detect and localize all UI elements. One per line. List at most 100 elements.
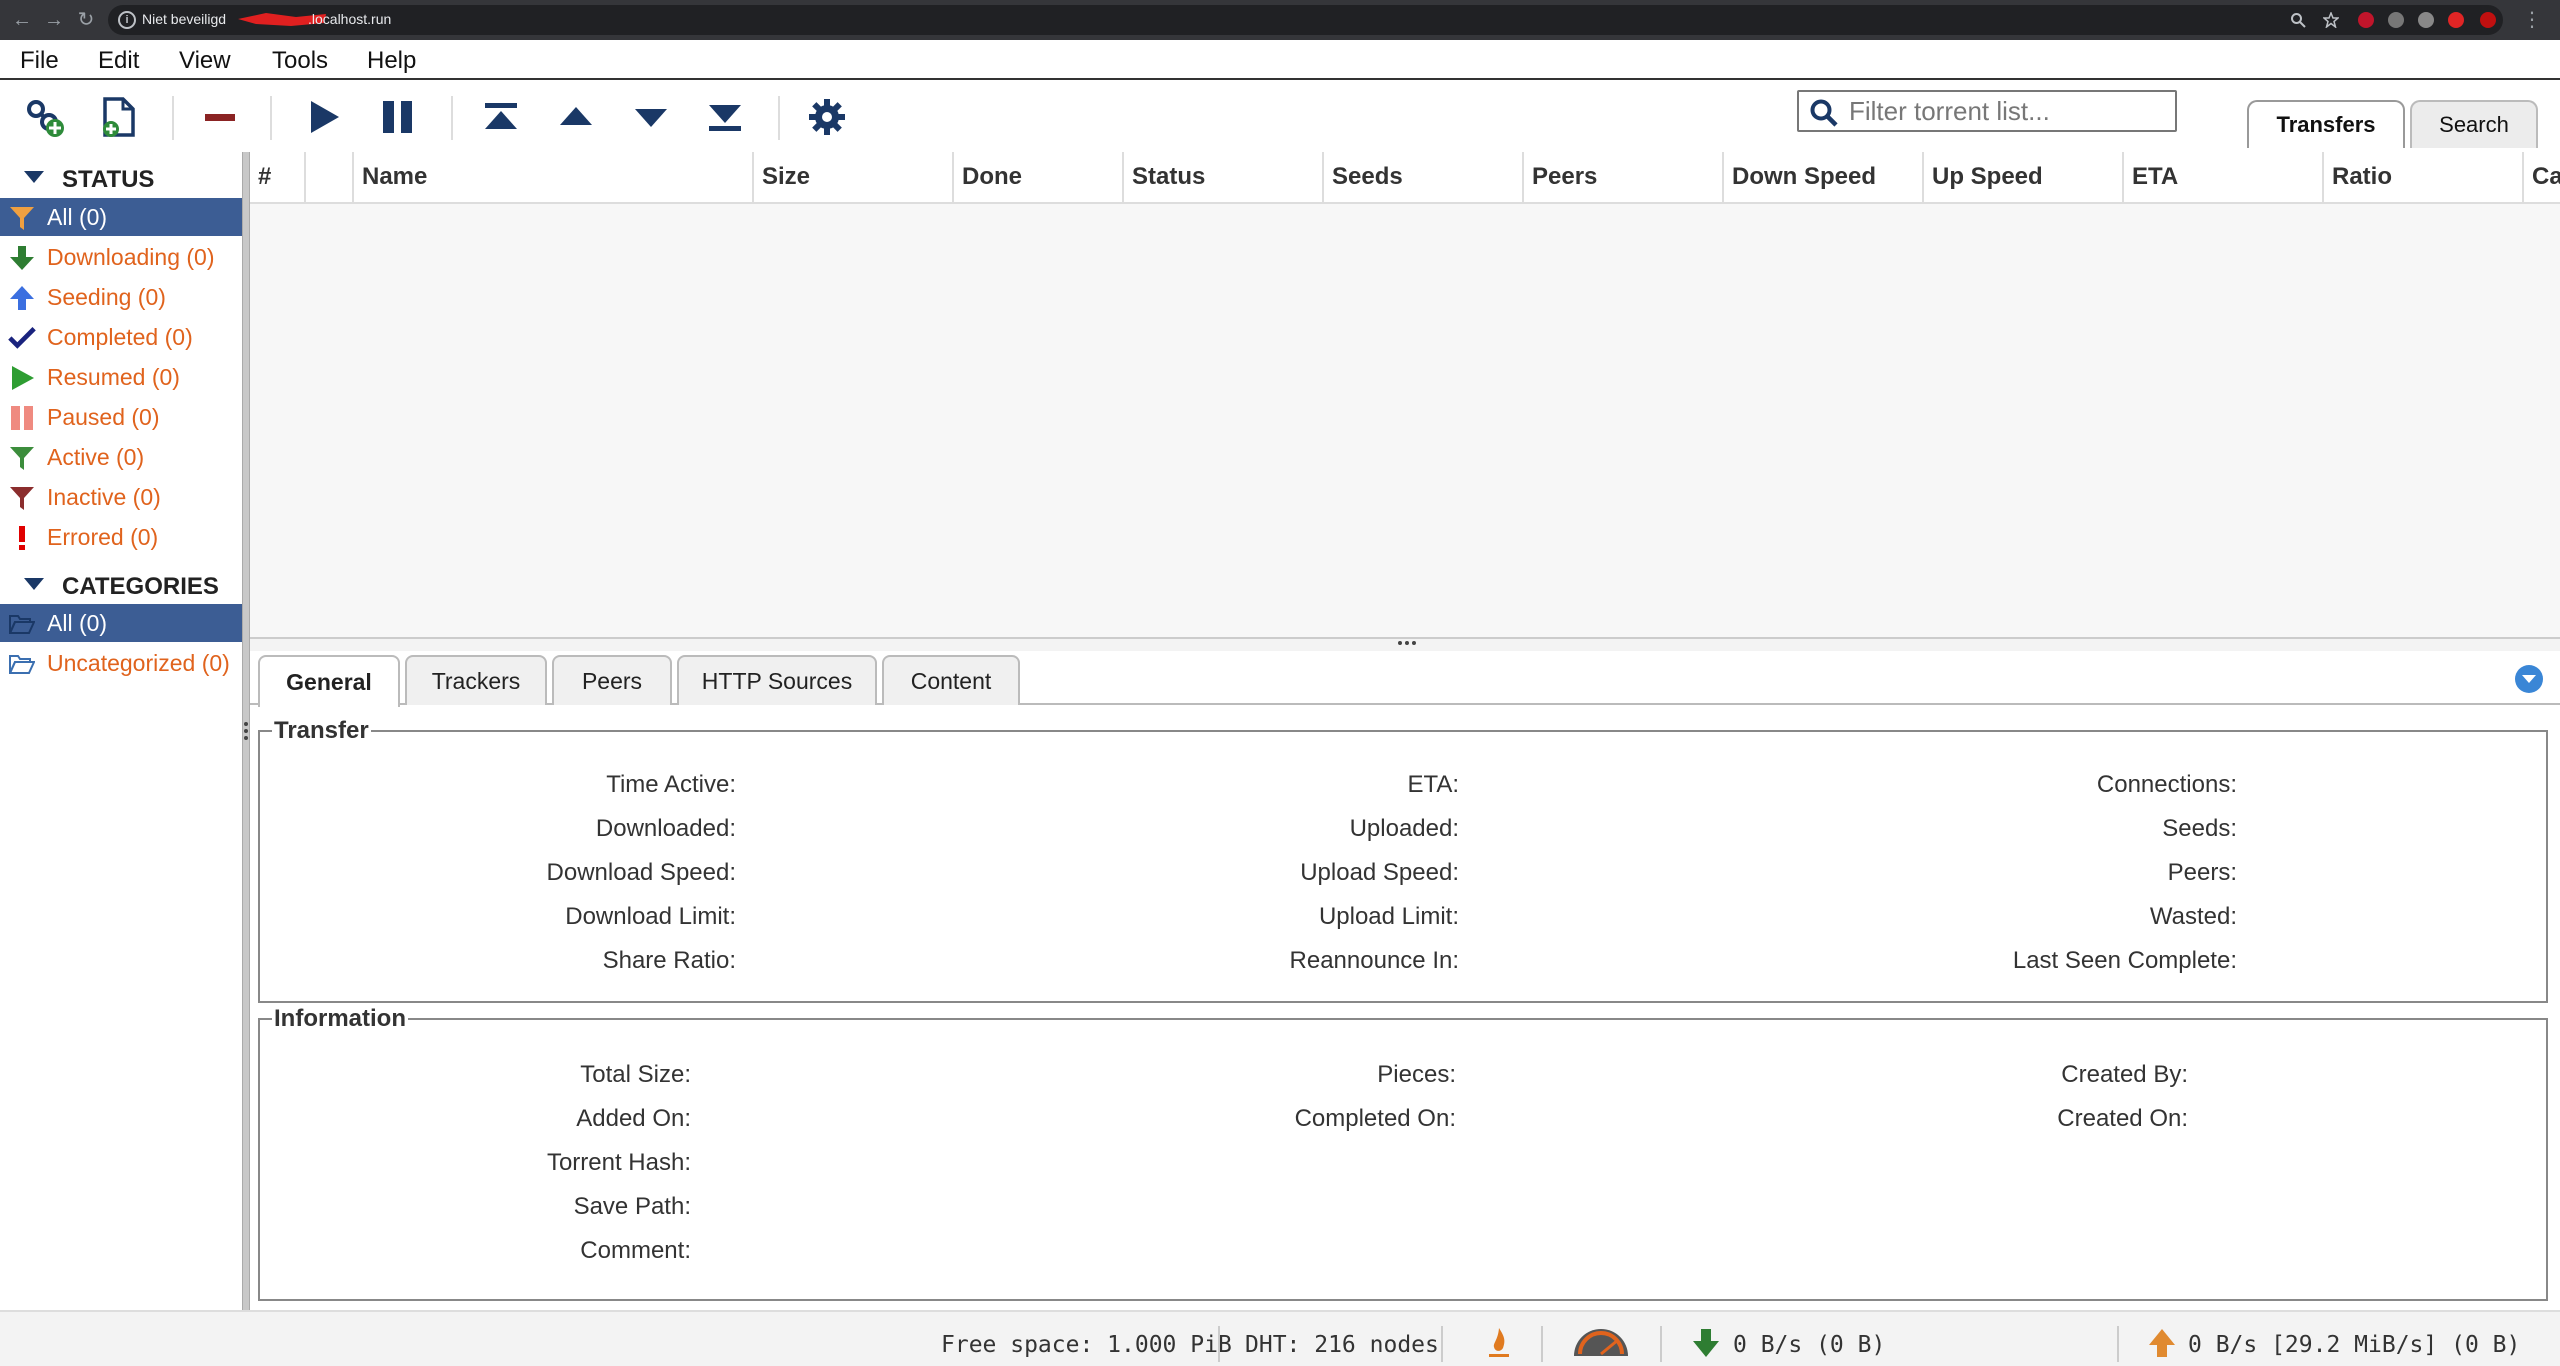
filter-icon (8, 204, 36, 232)
status-header[interactable]: STATUS (0, 161, 242, 197)
address-bar[interactable]: i Niet beveiligd .localhost.run (108, 5, 2503, 35)
status-filter-seeding[interactable]: Seeding (0) (0, 278, 242, 316)
status-bar: Free space: 1.000 PiB DHT: 216 nodes 0 B… (0, 1310, 2560, 1366)
column-header-category[interactable]: Ca (2524, 152, 2560, 202)
menu-edit[interactable]: Edit (98, 47, 139, 75)
folder-open-icon (8, 650, 36, 678)
panel-splitter[interactable] (250, 637, 2560, 651)
label-peers: Peers: (2167, 859, 2237, 886)
column-header-priority[interactable]: # (250, 152, 306, 202)
column-header-eta[interactable]: ETA (2124, 152, 2324, 202)
column-header-name[interactable]: Name (354, 152, 754, 202)
category-filter-uncategorized[interactable]: Uncategorized (0) (0, 644, 242, 682)
column-header-peers[interactable]: Peers (1524, 152, 1724, 202)
zoom-icon[interactable] (2290, 12, 2306, 28)
menu-help[interactable]: Help (367, 47, 416, 75)
add-link-icon[interactable] (19, 92, 69, 142)
security-label: Niet beveiligd (142, 11, 227, 27)
category-filter-all[interactable]: All (0) (0, 604, 242, 642)
back-icon[interactable]: ← (10, 8, 34, 32)
tab-content[interactable]: Content (882, 655, 1020, 705)
statusbar-separator (1441, 1326, 1443, 1362)
extension-ublock-icon[interactable] (2358, 12, 2374, 28)
tab-peers[interactable]: Peers (552, 655, 672, 705)
categories-header[interactable]: CATEGORIES (0, 568, 242, 604)
add-file-icon[interactable] (94, 92, 144, 142)
menu-view[interactable]: View (179, 47, 231, 75)
menu-file[interactable]: File (20, 47, 59, 75)
menu-tools[interactable]: Tools (272, 47, 328, 75)
pause-icon[interactable] (373, 92, 423, 142)
label-save-path: Save Path: (573, 1193, 691, 1220)
status-filter-paused[interactable]: Paused (0) (0, 398, 242, 436)
delete-icon[interactable] (195, 92, 245, 142)
start-icon[interactable] (298, 92, 348, 142)
statusbar-separator (1660, 1326, 1662, 1362)
sidebar-splitter[interactable] (242, 152, 250, 1310)
filter-icon (8, 444, 36, 472)
filter-torrent-input[interactable] (1849, 96, 2169, 126)
alt-speed-limits-icon[interactable] (1572, 1328, 1630, 1364)
tab-http-sources[interactable]: HTTP Sources (677, 655, 877, 705)
torrent-list[interactable]: # Name Size Done Status Seeds Peers Down… (250, 152, 2560, 637)
label-completed-on: Completed On: (1294, 1105, 1456, 1132)
column-header-ratio[interactable]: Ratio (2324, 152, 2524, 202)
label-downloaded: Downloaded: (595, 815, 736, 842)
label-connections: Connections: (2096, 771, 2237, 798)
bookmark-star-icon[interactable] (2322, 10, 2340, 29)
connection-status-icon[interactable] (1486, 1326, 1512, 1366)
search-icon (1810, 99, 1838, 127)
column-header-seeds[interactable]: Seeds (1324, 152, 1524, 202)
info-icon[interactable]: i (118, 11, 136, 29)
column-header-down-speed[interactable]: Down Speed (1724, 152, 1924, 202)
label-added-on: Added On: (576, 1105, 691, 1132)
status-filter-completed[interactable]: Completed (0) (0, 318, 242, 356)
tab-general[interactable]: General (258, 655, 400, 707)
statusbar-separator (1541, 1326, 1543, 1362)
pause-icon (8, 404, 36, 432)
forward-icon[interactable]: → (42, 8, 66, 32)
splitter-grip (1398, 641, 1416, 645)
tab-transfers[interactable]: Transfers (2247, 100, 2405, 148)
status-filter-all[interactable]: All (0) (0, 198, 242, 236)
decrease-priority-icon[interactable] (626, 92, 676, 142)
column-header-size[interactable]: Size (754, 152, 954, 202)
column-header-state[interactable] (306, 152, 354, 202)
column-header-up-speed[interactable]: Up Speed (1924, 152, 2124, 202)
extension-glasses-icon[interactable] (2418, 12, 2434, 28)
collapse-triangle-icon (24, 578, 44, 590)
tab-search[interactable]: Search (2410, 100, 2538, 148)
upload-speed-text: 0 B/s [29.2 MiB/s] (0 B) (2188, 1332, 2521, 1358)
column-header-done[interactable]: Done (954, 152, 1124, 202)
status-filter-errored[interactable]: Errored (0) (0, 518, 242, 556)
status-filter-active[interactable]: Active (0) (0, 438, 242, 476)
increase-priority-icon[interactable] (551, 92, 601, 142)
extension-bulb-icon[interactable] (2388, 12, 2404, 28)
label-total-size: Total Size: (580, 1061, 691, 1088)
status-filter-resumed[interactable]: Resumed (0) (0, 358, 242, 396)
torrent-list-header: # Name Size Done Status Seeds Peers Down… (250, 152, 2560, 204)
upload-arrow-icon (8, 284, 36, 312)
top-priority-icon[interactable] (476, 92, 526, 142)
bottom-priority-icon[interactable] (700, 92, 750, 142)
folder-open-icon (8, 610, 36, 638)
information-group: Information Total Size: Added On: Torren… (258, 1005, 2548, 1301)
label-upload-speed: Upload Speed: (1300, 859, 1459, 886)
collapse-panel-icon[interactable] (2515, 665, 2543, 693)
label-upload-limit: Upload Limit: (1318, 903, 1459, 930)
collapse-triangle-icon (24, 171, 44, 183)
label-wasted: Wasted: (2149, 903, 2237, 930)
extension-youtube-icon[interactable] (2448, 12, 2464, 28)
toolbar-separator (451, 96, 453, 140)
browser-menu-icon[interactable]: ⋮ (2520, 8, 2544, 32)
options-gear-icon[interactable] (802, 92, 852, 142)
extension-profile-icon[interactable] (2480, 12, 2496, 28)
toolbar: Transfers Search (0, 82, 2560, 152)
toolbar-separator (778, 96, 780, 140)
play-icon (8, 364, 36, 392)
status-filter-downloading[interactable]: Downloading (0) (0, 238, 242, 276)
column-header-status[interactable]: Status (1124, 152, 1324, 202)
tab-trackers[interactable]: Trackers (405, 655, 547, 705)
reload-icon[interactable]: ↻ (74, 8, 98, 32)
status-filter-inactive[interactable]: Inactive (0) (0, 478, 242, 516)
